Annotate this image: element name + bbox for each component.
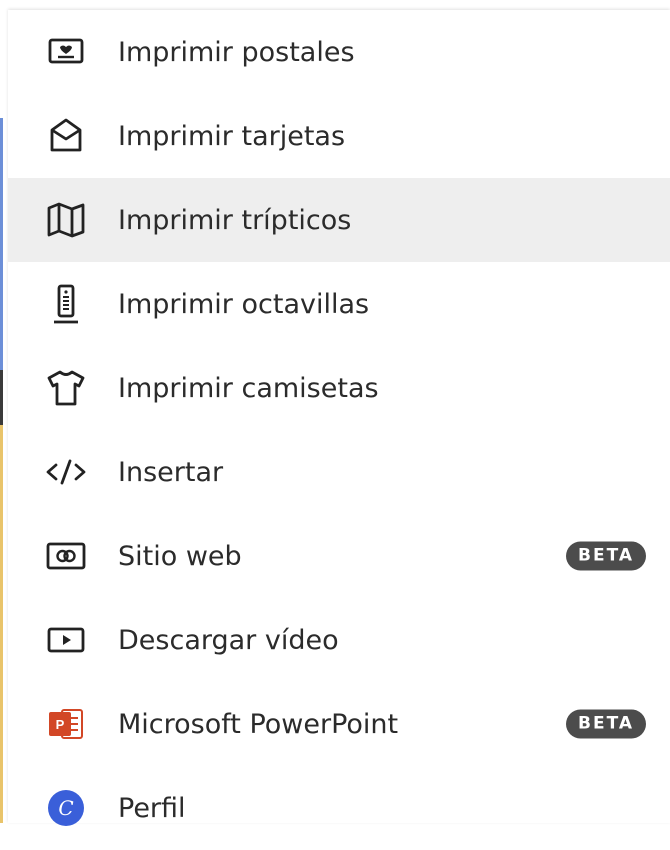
map-icon: [44, 198, 88, 242]
menu-item-label: Descargar vídeo: [118, 624, 339, 656]
background-edge-blue: [0, 118, 3, 370]
menu-item-print-postcards[interactable]: Imprimir postales: [8, 10, 670, 94]
background-edge-dark: [0, 370, 3, 425]
menu-item-website[interactable]: Sitio web BETA: [8, 514, 670, 598]
menu-item-label: Imprimir camisetas: [118, 372, 379, 404]
menu-item-label: Imprimir trípticos: [118, 204, 352, 236]
video-play-icon: [44, 618, 88, 662]
menu-item-print-cards[interactable]: Imprimir tarjetas: [8, 94, 670, 178]
menu-item-embed[interactable]: Insertar: [8, 430, 670, 514]
menu-item-print-tshirts[interactable]: Imprimir camisetas: [8, 346, 670, 430]
avatar-letter: C: [58, 796, 73, 820]
menu-item-label: Microsoft PowerPoint: [118, 708, 399, 740]
menu-item-print-flyers[interactable]: Imprimir octavillas: [8, 262, 670, 346]
postcard-icon: [44, 30, 88, 74]
menu-item-label: Sitio web: [118, 540, 242, 572]
menu-item-powerpoint[interactable]: P Microsoft PowerPoint BETA: [8, 682, 670, 766]
powerpoint-icon: P: [44, 702, 88, 746]
menu-item-print-trifolds[interactable]: Imprimir trípticos: [8, 178, 670, 262]
background-edge-yellow: [0, 425, 3, 823]
card-envelope-icon: [44, 114, 88, 158]
menu-item-label: Insertar: [118, 456, 224, 488]
tshirt-icon: [44, 366, 88, 410]
menu-item-download-video[interactable]: Descargar vídeo: [8, 598, 670, 682]
menu-item-label: Perfil: [118, 792, 186, 824]
website-icon: [44, 534, 88, 578]
menu-item-label: Imprimir postales: [118, 36, 355, 68]
flyer-stand-icon: [44, 282, 88, 326]
menu-item-profile[interactable]: C Perfil: [8, 766, 670, 850]
code-icon: [44, 450, 88, 494]
share-menu: Imprimir postales Imprimir tarjetas Impr…: [8, 10, 670, 826]
beta-badge: BETA: [566, 541, 647, 571]
svg-text:P: P: [56, 717, 65, 732]
avatar-icon: C: [44, 786, 88, 830]
menu-item-label: Imprimir tarjetas: [118, 120, 346, 152]
menu-item-label: Imprimir octavillas: [118, 288, 370, 320]
beta-badge: BETA: [566, 709, 647, 739]
